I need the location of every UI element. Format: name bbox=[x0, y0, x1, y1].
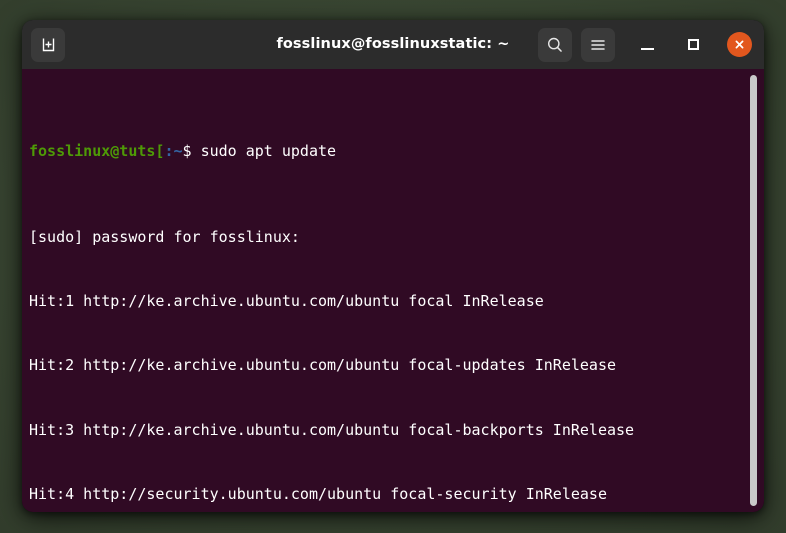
prompt-symbol: $ bbox=[182, 142, 192, 161]
minimize-button[interactable] bbox=[633, 31, 661, 59]
minimize-icon bbox=[640, 48, 654, 50]
terminal-line: Hit:3 http://ke.archive.ubuntu.com/ubunt… bbox=[29, 420, 635, 439]
terminal-command: sudo apt update bbox=[191, 142, 337, 161]
terminal-line: Hit:1 http://ke.archive.ubuntu.com/ubunt… bbox=[29, 292, 544, 311]
terminal-line: Hit:4 http://security.ubuntu.com/ubuntu … bbox=[29, 484, 607, 503]
terminal-line: Hit:2 http://ke.archive.ubuntu.com/ubunt… bbox=[29, 356, 616, 375]
terminal-command-line: fosslinux@tuts[:~$ sudo apt update bbox=[29, 141, 764, 162]
search-button[interactable] bbox=[538, 27, 572, 62]
titlebar-controls bbox=[538, 27, 755, 62]
desktop-background: fosslinux@fosslinuxstatic: ~ fosslinux@t… bbox=[0, 0, 786, 533]
search-icon bbox=[548, 37, 562, 52]
terminal-line: [sudo] password for fosslinux: bbox=[29, 227, 300, 246]
window-titlebar: fosslinux@fosslinuxstatic: ~ bbox=[22, 20, 764, 69]
close-icon bbox=[726, 32, 752, 57]
scrollbar-thumb[interactable] bbox=[750, 75, 757, 506]
terminal-output[interactable]: fosslinux@tuts[:~$ sudo apt update [sudo… bbox=[22, 69, 764, 512]
close-button[interactable] bbox=[725, 31, 753, 59]
maximize-icon bbox=[687, 39, 699, 50]
hamburger-menu-icon bbox=[591, 39, 605, 50]
maximize-button[interactable] bbox=[679, 31, 707, 59]
terminal-body[interactable]: fosslinux@tuts[:~$ sudo apt update [sudo… bbox=[22, 69, 764, 512]
prompt-path: :~ bbox=[164, 142, 183, 161]
new-tab-icon bbox=[42, 38, 54, 52]
terminal-scrollbar[interactable] bbox=[747, 73, 760, 508]
prompt-user-host: fosslinux@tuts[ bbox=[29, 142, 165, 161]
menu-button[interactable] bbox=[581, 27, 615, 62]
terminal-window: fosslinux@fosslinuxstatic: ~ fosslinux@t… bbox=[22, 20, 764, 512]
new-tab-button[interactable] bbox=[31, 27, 65, 62]
